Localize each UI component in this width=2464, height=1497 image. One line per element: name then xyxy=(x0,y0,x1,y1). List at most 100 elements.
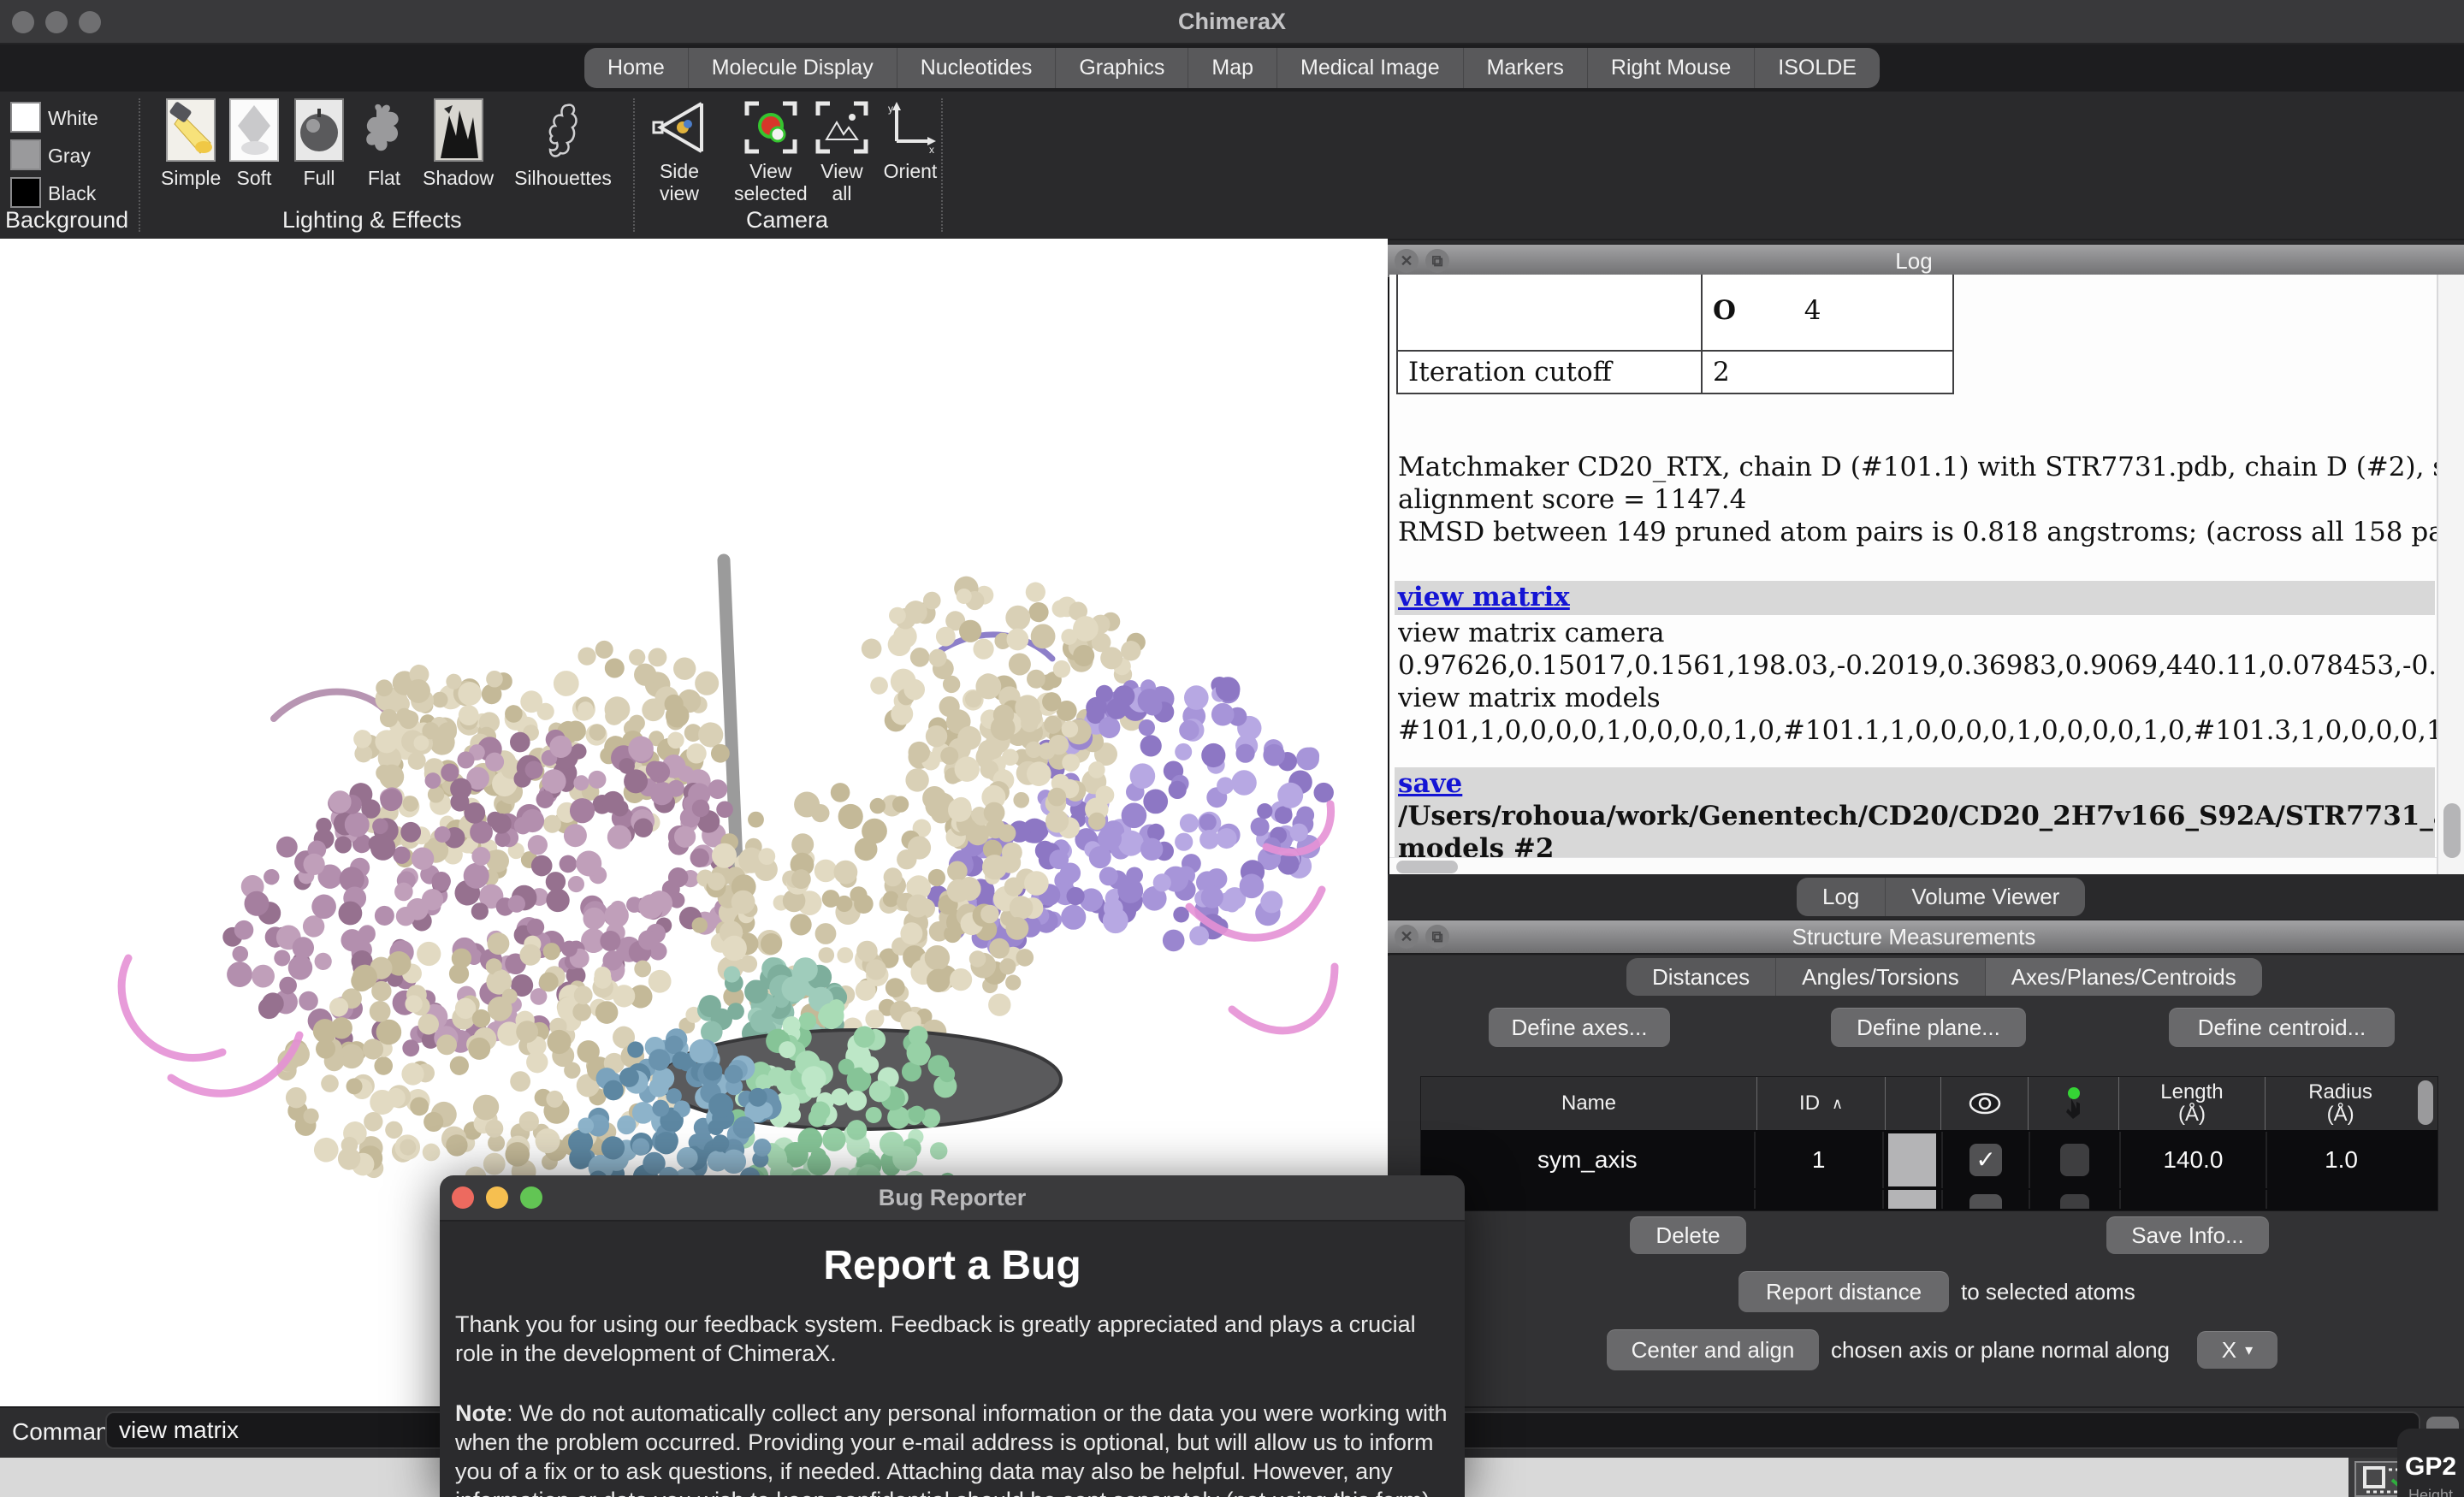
view-matrix-command-block: view matrix xyxy=(1395,581,2435,615)
ribbon-tab-group: Home Molecule Display Nucleotides Graphi… xyxy=(584,48,1880,88)
camera-view-selected-button[interactable]: View selected xyxy=(734,100,808,204)
tab-angles-torsions[interactable]: Angles/Torsions xyxy=(1776,958,1986,996)
chevron-down-icon: ▾ xyxy=(2245,1341,2253,1359)
col-radius[interactable]: Radius(Å) xyxy=(2266,1077,2415,1130)
param-value: 2 xyxy=(1702,351,1953,393)
report-distance-button[interactable]: Report distance xyxy=(1738,1271,1949,1312)
axis-id: 1 xyxy=(1756,1132,1884,1188)
dialog-close-icon[interactable] xyxy=(452,1186,474,1209)
window-titlebar: ChimeraX xyxy=(0,0,2464,44)
lighting-shadow-button[interactable]: Shadow xyxy=(423,98,494,189)
structure-measurements-close-icon[interactable]: ✕ xyxy=(1395,925,1419,949)
camera-section-label: Camera xyxy=(746,207,828,234)
lighting-soft-button[interactable]: Soft xyxy=(229,98,279,189)
col-select[interactable] xyxy=(2029,1077,2118,1130)
axis-shown-cell[interactable]: ✓ xyxy=(1943,1132,2031,1188)
view-matrix-link[interactable]: view matrix xyxy=(1398,582,1570,612)
col-color[interactable] xyxy=(1886,1077,1941,1130)
tab-medical-image[interactable]: Medical Image xyxy=(1277,48,1464,88)
tab-home[interactable]: Home xyxy=(584,48,689,88)
save-command-block: save /Users/rohoua/work/Genentech/CD20/C… xyxy=(1395,767,2435,872)
bug-reporter-body: Report a Bug Thank you for using our fee… xyxy=(440,1222,1465,1497)
bug-intro-paragraph: Thank you for using our feedback system.… xyxy=(455,1310,1449,1368)
tab-axes-planes-centroids[interactable]: Axes/Planes/Centroids xyxy=(1986,958,2262,996)
tab-markers[interactable]: Markers xyxy=(1464,48,1588,88)
tab-molecule-display[interactable]: Molecule Display xyxy=(689,48,897,88)
dialog-zoom-icon[interactable] xyxy=(520,1186,542,1209)
svg-text:y: y xyxy=(888,103,893,115)
param-key: Iteration cutoff xyxy=(1397,351,1702,393)
orient-icon: y x xyxy=(883,100,938,155)
dock-tab-row: Log Volume Viewer xyxy=(1388,874,2464,920)
define-axes-button[interactable]: Define axes... xyxy=(1489,1008,1670,1047)
dock-tab-log[interactable]: Log xyxy=(1797,878,1886,916)
log-vertical-scrollbar-thumb[interactable] xyxy=(2443,803,2461,858)
col-name[interactable]: Name xyxy=(1421,1077,1757,1130)
axis-row-partial[interactable] xyxy=(1421,1190,2437,1209)
shown-checkbox[interactable]: ✓ xyxy=(1969,1144,2002,1176)
axis-length: 140.0 xyxy=(2121,1132,2267,1188)
center-and-align-button[interactable]: Center and align xyxy=(1607,1329,1819,1370)
axes-table-scrollbar-thumb[interactable] xyxy=(2418,1080,2433,1125)
silhouettes-icon xyxy=(538,98,588,162)
define-plane-button[interactable]: Define plane... xyxy=(1831,1008,2026,1047)
log-horizontal-scrollbar-thumb[interactable] xyxy=(1396,861,1458,873)
background-white-swatch[interactable] xyxy=(10,102,41,133)
axis-color-swatch[interactable] xyxy=(1888,1133,1936,1186)
background-black-swatch[interactable] xyxy=(10,177,41,208)
full-lighting-icon xyxy=(294,98,344,162)
camera-view-all-button[interactable]: View all xyxy=(814,100,869,204)
col-id[interactable]: ID∧ xyxy=(1757,1077,1886,1130)
axes-table-scrollbar[interactable] xyxy=(2415,1077,2437,1130)
dock-tab-volume-viewer[interactable]: Volume Viewer xyxy=(1886,878,2085,916)
lighting-simple-button[interactable]: Simple xyxy=(161,98,221,189)
select-checkbox[interactable] xyxy=(2060,1144,2089,1176)
log-title: Log xyxy=(1449,248,2378,275)
tab-distances[interactable]: Distances xyxy=(1626,958,1776,996)
structure-measurements-float-icon[interactable]: ⧉ xyxy=(1425,925,1449,949)
chimerax-window: ChimeraX Home Molecule Display Nucleotid… xyxy=(0,0,2464,1497)
lighting-flat-button[interactable]: Flat xyxy=(359,98,409,189)
lighting-full-button[interactable]: Full xyxy=(294,98,344,189)
col-length[interactable]: Length(Å) xyxy=(2119,1077,2266,1130)
axis-direction-select[interactable]: X ▾ xyxy=(2197,1331,2277,1369)
camera-side-view-button[interactable]: Side view xyxy=(652,100,707,204)
log-titlebar: ✕ ⧉ Log xyxy=(1388,244,2464,279)
toolbar-separator xyxy=(633,98,635,232)
axes-table: Name ID∧ Length(Å) Radius( xyxy=(1420,1076,2438,1211)
log-close-icon[interactable]: ✕ xyxy=(1395,249,1419,273)
axis-select-cell[interactable] xyxy=(2030,1132,2121,1188)
log-float-icon[interactable]: ⧉ xyxy=(1425,249,1449,273)
bug-note-paragraph: Note: We do not automatically collect an… xyxy=(455,1399,1449,1497)
measurement-tabs: Distances Angles/Torsions Axes/Planes/Ce… xyxy=(1626,958,2262,996)
delete-button[interactable]: Delete xyxy=(1630,1216,1746,1254)
background-gray-swatch[interactable] xyxy=(10,139,41,170)
axis-color-cell[interactable] xyxy=(1884,1132,1943,1188)
save-info-button[interactable]: Save Info... xyxy=(2106,1216,2269,1254)
tab-map[interactable]: Map xyxy=(1188,48,1277,88)
axis-radius: 1.0 xyxy=(2267,1132,2416,1188)
tab-graphics[interactable]: Graphics xyxy=(1056,48,1188,88)
tab-nucleotides[interactable]: Nucleotides xyxy=(897,48,1057,88)
view-selected-icon xyxy=(743,100,798,155)
svg-text:x: x xyxy=(929,144,934,155)
side-view-icon xyxy=(652,100,707,155)
log-content[interactable]: O 4 Iteration cutoff 2 Matchmaker CD20_R… xyxy=(1389,275,2464,876)
soft-lighting-icon xyxy=(229,98,279,162)
tab-right-mouse[interactable]: Right Mouse xyxy=(1588,48,1755,88)
log-vertical-scrollbar[interactable] xyxy=(2437,275,2464,876)
camera-orient-button[interactable]: y x Orient xyxy=(883,100,938,182)
axis-row-sym-axis[interactable]: sym_axis 1 ✓ 140.0 1.0 xyxy=(1421,1132,2437,1188)
bug-reporter-dialog: Bug Reporter Report a Bug Thank you for … xyxy=(440,1175,1465,1497)
simple-lighting-icon xyxy=(166,98,216,162)
define-centroid-button[interactable]: Define centroid... xyxy=(2169,1008,2395,1047)
col-shown[interactable] xyxy=(1941,1077,2029,1130)
home-toolbar: White Gray Black Background Simple xyxy=(0,92,2464,240)
dialog-minimize-icon[interactable] xyxy=(486,1186,508,1209)
lighting-silhouettes-button[interactable]: Silhouettes xyxy=(503,98,623,189)
matchmaker-parameter-table: O 4 Iteration cutoff 2 xyxy=(1396,275,1954,394)
save-link[interactable]: save xyxy=(1398,768,1462,799)
toolbar-separator xyxy=(941,98,943,232)
background-black-label: Black xyxy=(48,182,96,205)
tab-isolde[interactable]: ISOLDE xyxy=(1755,48,1880,88)
